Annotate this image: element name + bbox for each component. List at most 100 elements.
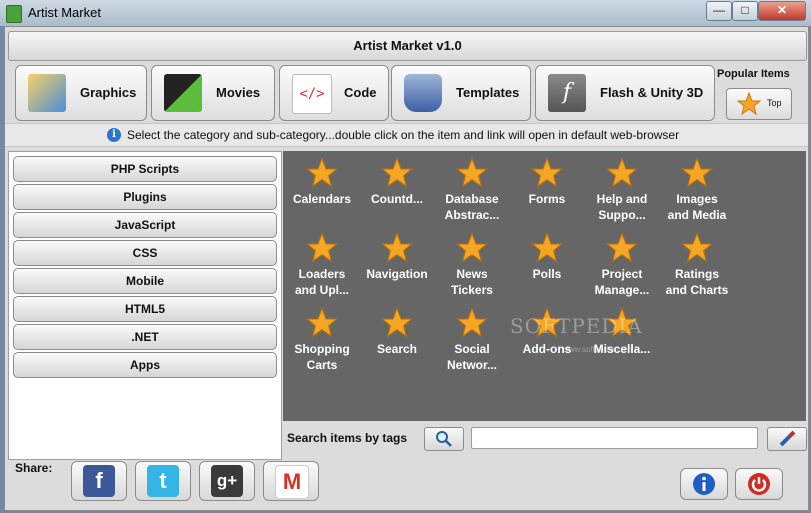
- star-icon: [455, 232, 489, 263]
- facebook-icon: f: [83, 465, 115, 497]
- star-icon: [530, 157, 564, 188]
- item-label-line2: Abstrac...: [444, 208, 500, 222]
- item-label-line2: Manage...: [594, 283, 650, 297]
- category-label: Movies: [216, 85, 261, 100]
- close-button[interactable]: ✕: [758, 1, 806, 21]
- item-label-line1: Shopping: [294, 342, 350, 356]
- app-header: Artist Market v1.0: [8, 31, 807, 61]
- info-icon: i: [107, 128, 121, 142]
- subcategory-mobile[interactable]: Mobile: [13, 268, 277, 294]
- hint-text: Select the category and sub-category...d…: [127, 128, 680, 142]
- item-11[interactable]: Ratings and Charts: [660, 232, 734, 298]
- subcategory-php-scripts[interactable]: PHP Scripts: [13, 156, 277, 182]
- subcategory-javascript[interactable]: JavaScript: [13, 212, 277, 238]
- flash-icon: f: [548, 74, 586, 112]
- search-input[interactable]: [471, 427, 758, 449]
- item-label-line1: Navigation: [366, 267, 428, 281]
- clear-search-button[interactable]: [767, 427, 807, 451]
- category-code-button[interactable]: </> Code: [279, 65, 389, 121]
- gmail-icon: M: [275, 465, 309, 499]
- item-label-line1: Database: [445, 192, 499, 206]
- item-label-line1: Ratings: [674, 267, 719, 281]
- top-label: Top: [767, 98, 782, 108]
- popular-items-label: Popular Items: [717, 68, 790, 80]
- category-graphics-button[interactable]: Graphics: [15, 65, 147, 121]
- item-label-line1: Forms: [528, 192, 566, 206]
- item-label-line1: Project: [601, 267, 643, 281]
- star-icon: [605, 157, 639, 188]
- star-icon: [305, 157, 339, 188]
- code-icon: </>: [292, 74, 332, 114]
- power-icon: [748, 473, 770, 495]
- item-10[interactable]: Project Manage...: [585, 232, 659, 298]
- twitter-icon: t: [147, 465, 179, 497]
- exit-button[interactable]: [735, 468, 783, 500]
- subcategory-dotnet[interactable]: .NET: [13, 324, 277, 350]
- category-label: Code: [344, 85, 377, 100]
- item-2[interactable]: Database Abstrac...: [435, 157, 509, 223]
- item-13[interactable]: Search: [360, 307, 434, 357]
- movies-icon: [164, 74, 202, 112]
- subcategory-css[interactable]: CSS: [13, 240, 277, 266]
- search-row: Search items by tags: [283, 423, 807, 455]
- star-icon: [380, 157, 414, 188]
- share-facebook-button[interactable]: f: [71, 461, 127, 501]
- star-icon: [605, 232, 639, 263]
- templates-icon: [404, 74, 442, 112]
- category-label: Templates: [456, 85, 520, 100]
- item-label-line1: Loaders: [298, 267, 346, 281]
- item-9[interactable]: Polls: [510, 232, 584, 282]
- watermark-url: www.softpedia.com: [563, 345, 632, 354]
- item-label-line1: Images: [676, 192, 718, 206]
- subcategory-plugins[interactable]: Plugins: [13, 184, 277, 210]
- main-frame: Artist Market v1.0 Graphics Movies </> C…: [4, 26, 809, 511]
- top-items-button[interactable]: Top: [726, 88, 792, 120]
- eraser-icon: [779, 430, 796, 447]
- category-templates-button[interactable]: Templates: [391, 65, 531, 121]
- item-label-line1: Polls: [532, 267, 562, 281]
- share-google-plus-button[interactable]: g+: [199, 461, 255, 501]
- search-button[interactable]: [424, 427, 464, 451]
- item-label-line2: Suppo...: [598, 208, 646, 222]
- share-twitter-button[interactable]: t: [135, 461, 191, 501]
- item-4[interactable]: Help and Suppo...: [585, 157, 659, 223]
- watermark: SOFTPEDIA: [510, 314, 643, 338]
- star-icon: [455, 157, 489, 188]
- item-label-line2: Tickers: [451, 283, 493, 297]
- star-icon: [737, 92, 761, 116]
- item-3[interactable]: Forms: [510, 157, 584, 207]
- item-8[interactable]: News Tickers: [435, 232, 509, 298]
- item-label-line1: Calendars: [292, 192, 352, 206]
- item-label-line2: Networ...: [446, 358, 497, 372]
- item-1[interactable]: Countd...: [360, 157, 434, 207]
- star-icon: [530, 232, 564, 263]
- category-movies-button[interactable]: Movies: [151, 65, 275, 121]
- minimize-button[interactable]: —: [706, 1, 732, 21]
- item-14[interactable]: Social Networ...: [435, 307, 509, 373]
- star-icon: [305, 307, 339, 338]
- item-7[interactable]: Navigation: [360, 232, 434, 282]
- item-label-line2: and Charts: [665, 283, 729, 297]
- item-label-line1: Countd...: [371, 192, 423, 206]
- subcategory-html5[interactable]: HTML5: [13, 296, 277, 322]
- star-icon: [455, 307, 489, 338]
- item-label-line2: and Upl...: [295, 283, 349, 297]
- hint-bar: i Select the category and sub-category..…: [5, 123, 808, 147]
- info-icon: [693, 473, 715, 495]
- google-plus-icon: g+: [211, 465, 243, 497]
- item-12[interactable]: Shopping Carts: [285, 307, 359, 373]
- item-label-line2: and Media: [667, 208, 727, 222]
- maximize-button[interactable]: □: [732, 1, 758, 21]
- share-gmail-button[interactable]: M: [263, 461, 319, 501]
- item-6[interactable]: Loaders and Upl...: [285, 232, 359, 298]
- app-icon: [6, 5, 22, 23]
- subcategory-apps[interactable]: Apps: [13, 352, 277, 378]
- about-button[interactable]: [680, 468, 728, 500]
- category-flash-button[interactable]: f Flash & Unity 3D: [535, 65, 715, 121]
- share-label: Share:: [15, 461, 53, 475]
- item-5[interactable]: Images and Media: [660, 157, 734, 223]
- window-title: Artist Market: [28, 5, 101, 20]
- item-label-line1: Search: [376, 342, 418, 356]
- item-0[interactable]: Calendars: [285, 157, 359, 207]
- star-icon: [680, 157, 714, 188]
